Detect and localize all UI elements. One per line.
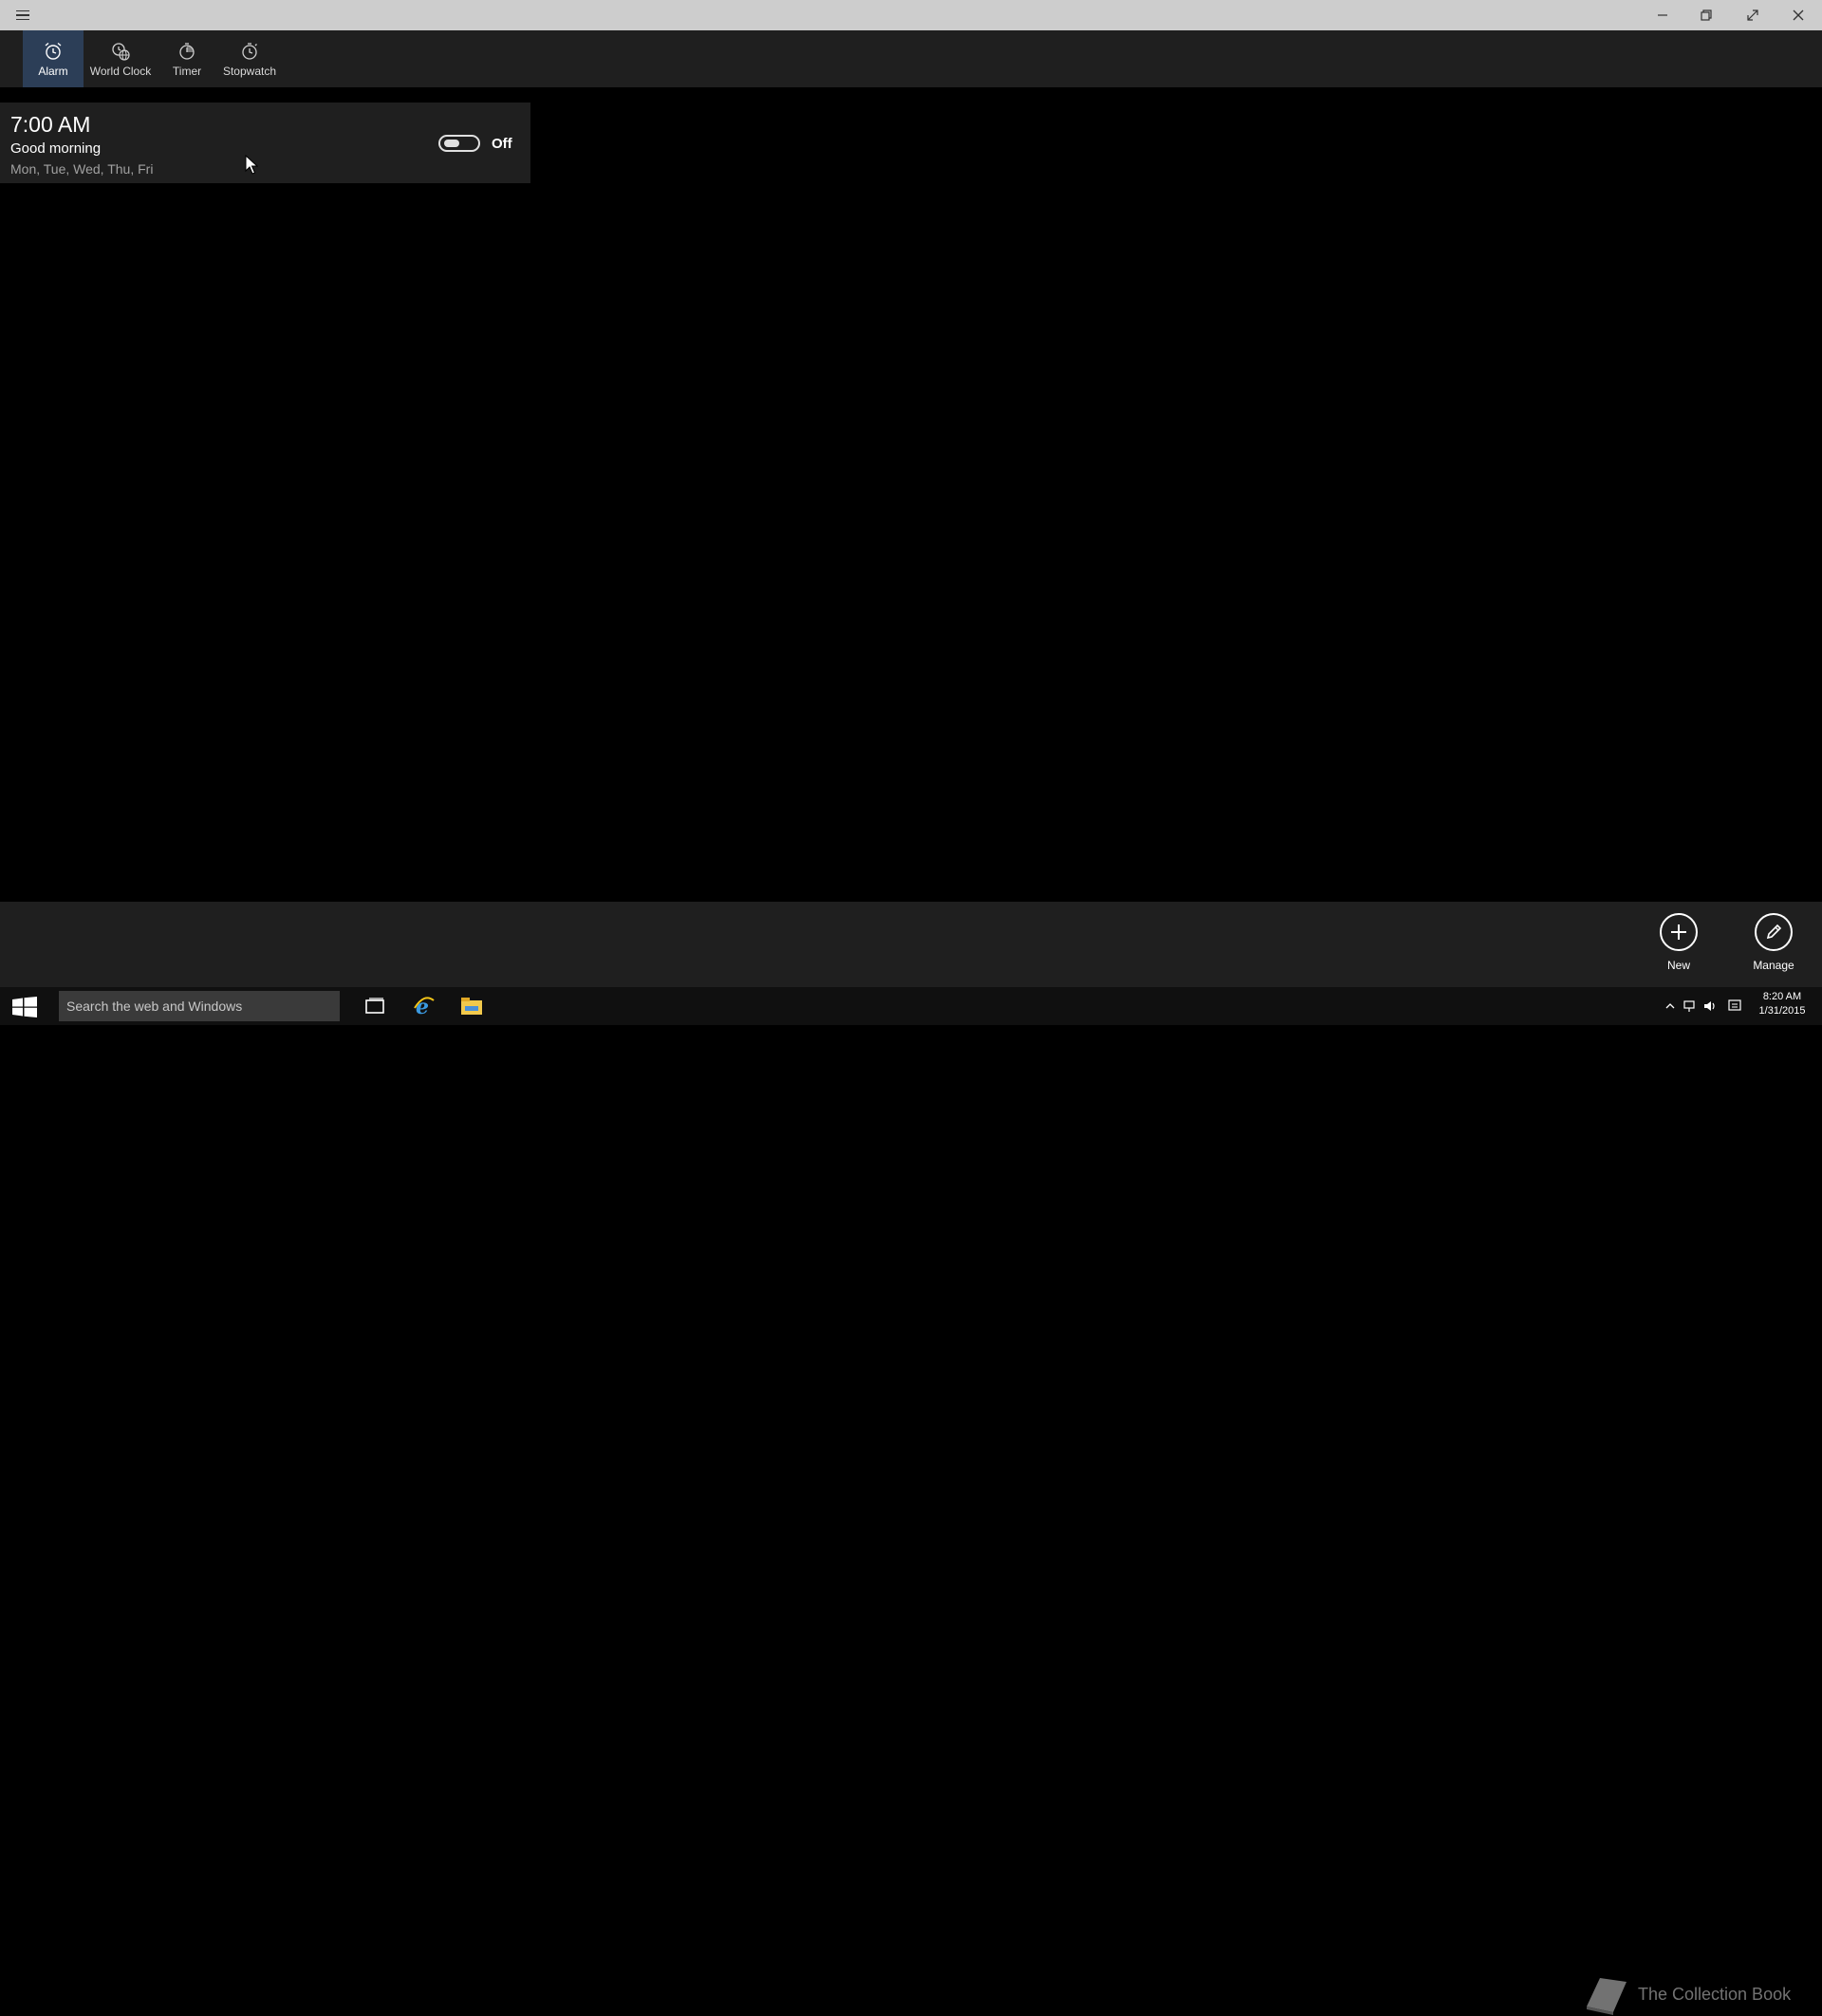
alarm-clock-icon [45,42,62,60]
command-bar: New Manage [0,902,1822,987]
fullscreen-button[interactable] [1731,0,1775,30]
minimize-button[interactable] [1641,0,1684,30]
minimize-icon [1658,14,1667,16]
tab-label: Timer [172,64,202,78]
stopwatch-icon [242,42,257,60]
tab-alarm[interactable]: Alarm [23,30,84,87]
file-explorer-icon[interactable] [459,995,484,1017]
pencil-circle [1755,913,1793,951]
restore-icon [1701,9,1712,21]
title-bar [0,0,1822,30]
plus-circle [1660,913,1698,951]
alarm-toggle-label: Off [492,136,512,152]
plus-icon [1671,924,1686,940]
tab-world-clock[interactable]: World Clock [87,30,154,87]
tab-label: Alarm [38,64,68,78]
restore-button[interactable] [1684,0,1728,30]
windows-start-icon[interactable] [11,997,38,1017]
tab-timer[interactable]: Timer [163,30,211,87]
taskbar: e The Collection Book 8:20 AM 1/31/2015 [0,987,1822,2015]
book-icon [1587,1978,1627,2015]
clock-time: 8:20 AM [1762,991,1802,1002]
globe-clock-icon [112,42,130,61]
alarm-days: Mon, Tue, Wed, Thu, Fri [10,161,154,177]
alarm-toggle[interactable] [438,135,480,152]
watermark: The Collection Book [1583,1978,1801,2015]
new-button-label: New [1666,959,1690,972]
clock-date: 1/31/2015 [1758,1005,1806,1017]
tab-label: World Clock [89,64,152,78]
close-icon [1793,9,1804,21]
alarm-item[interactable]: 7:00 AM Good morning Mon, Tue, Wed, Thu,… [0,103,530,183]
new-alarm-button[interactable]: New [1641,913,1717,981]
manage-button-label: Manage [1753,959,1794,972]
tab-stopwatch[interactable]: Stopwatch [218,30,281,87]
taskbar-clock[interactable]: 8:20 AM 1/31/2015 [1754,990,1811,1018]
volume-icon[interactable] [1702,999,1718,1014]
manage-alarms-button[interactable]: Manage [1736,913,1812,981]
watermark-text: The Collection Book [1638,1984,1792,2004]
toggle-knob [444,140,459,147]
chevron-up-icon[interactable] [1663,999,1678,1014]
action-center-icon[interactable] [1727,999,1742,1014]
timer-icon [179,42,195,60]
hamburger-menu-icon[interactable] [13,7,32,24]
network-icon[interactable] [1682,999,1697,1014]
mouse-cursor-icon [245,155,258,175]
taskbar-search-input[interactable] [59,991,340,1021]
task-view-icon[interactable] [363,995,387,1017]
pencil-icon [1766,924,1782,940]
alarm-name: Good morning [10,140,102,157]
tab-label: Stopwatch [222,64,277,78]
tab-bar: Alarm World Clock Timer Stopwatch [0,30,1822,87]
close-button[interactable] [1776,0,1820,30]
fullscreen-icon [1747,9,1758,21]
internet-explorer-icon[interactable]: e [412,995,437,1017]
alarm-time: 7:00 AM [10,112,91,137]
